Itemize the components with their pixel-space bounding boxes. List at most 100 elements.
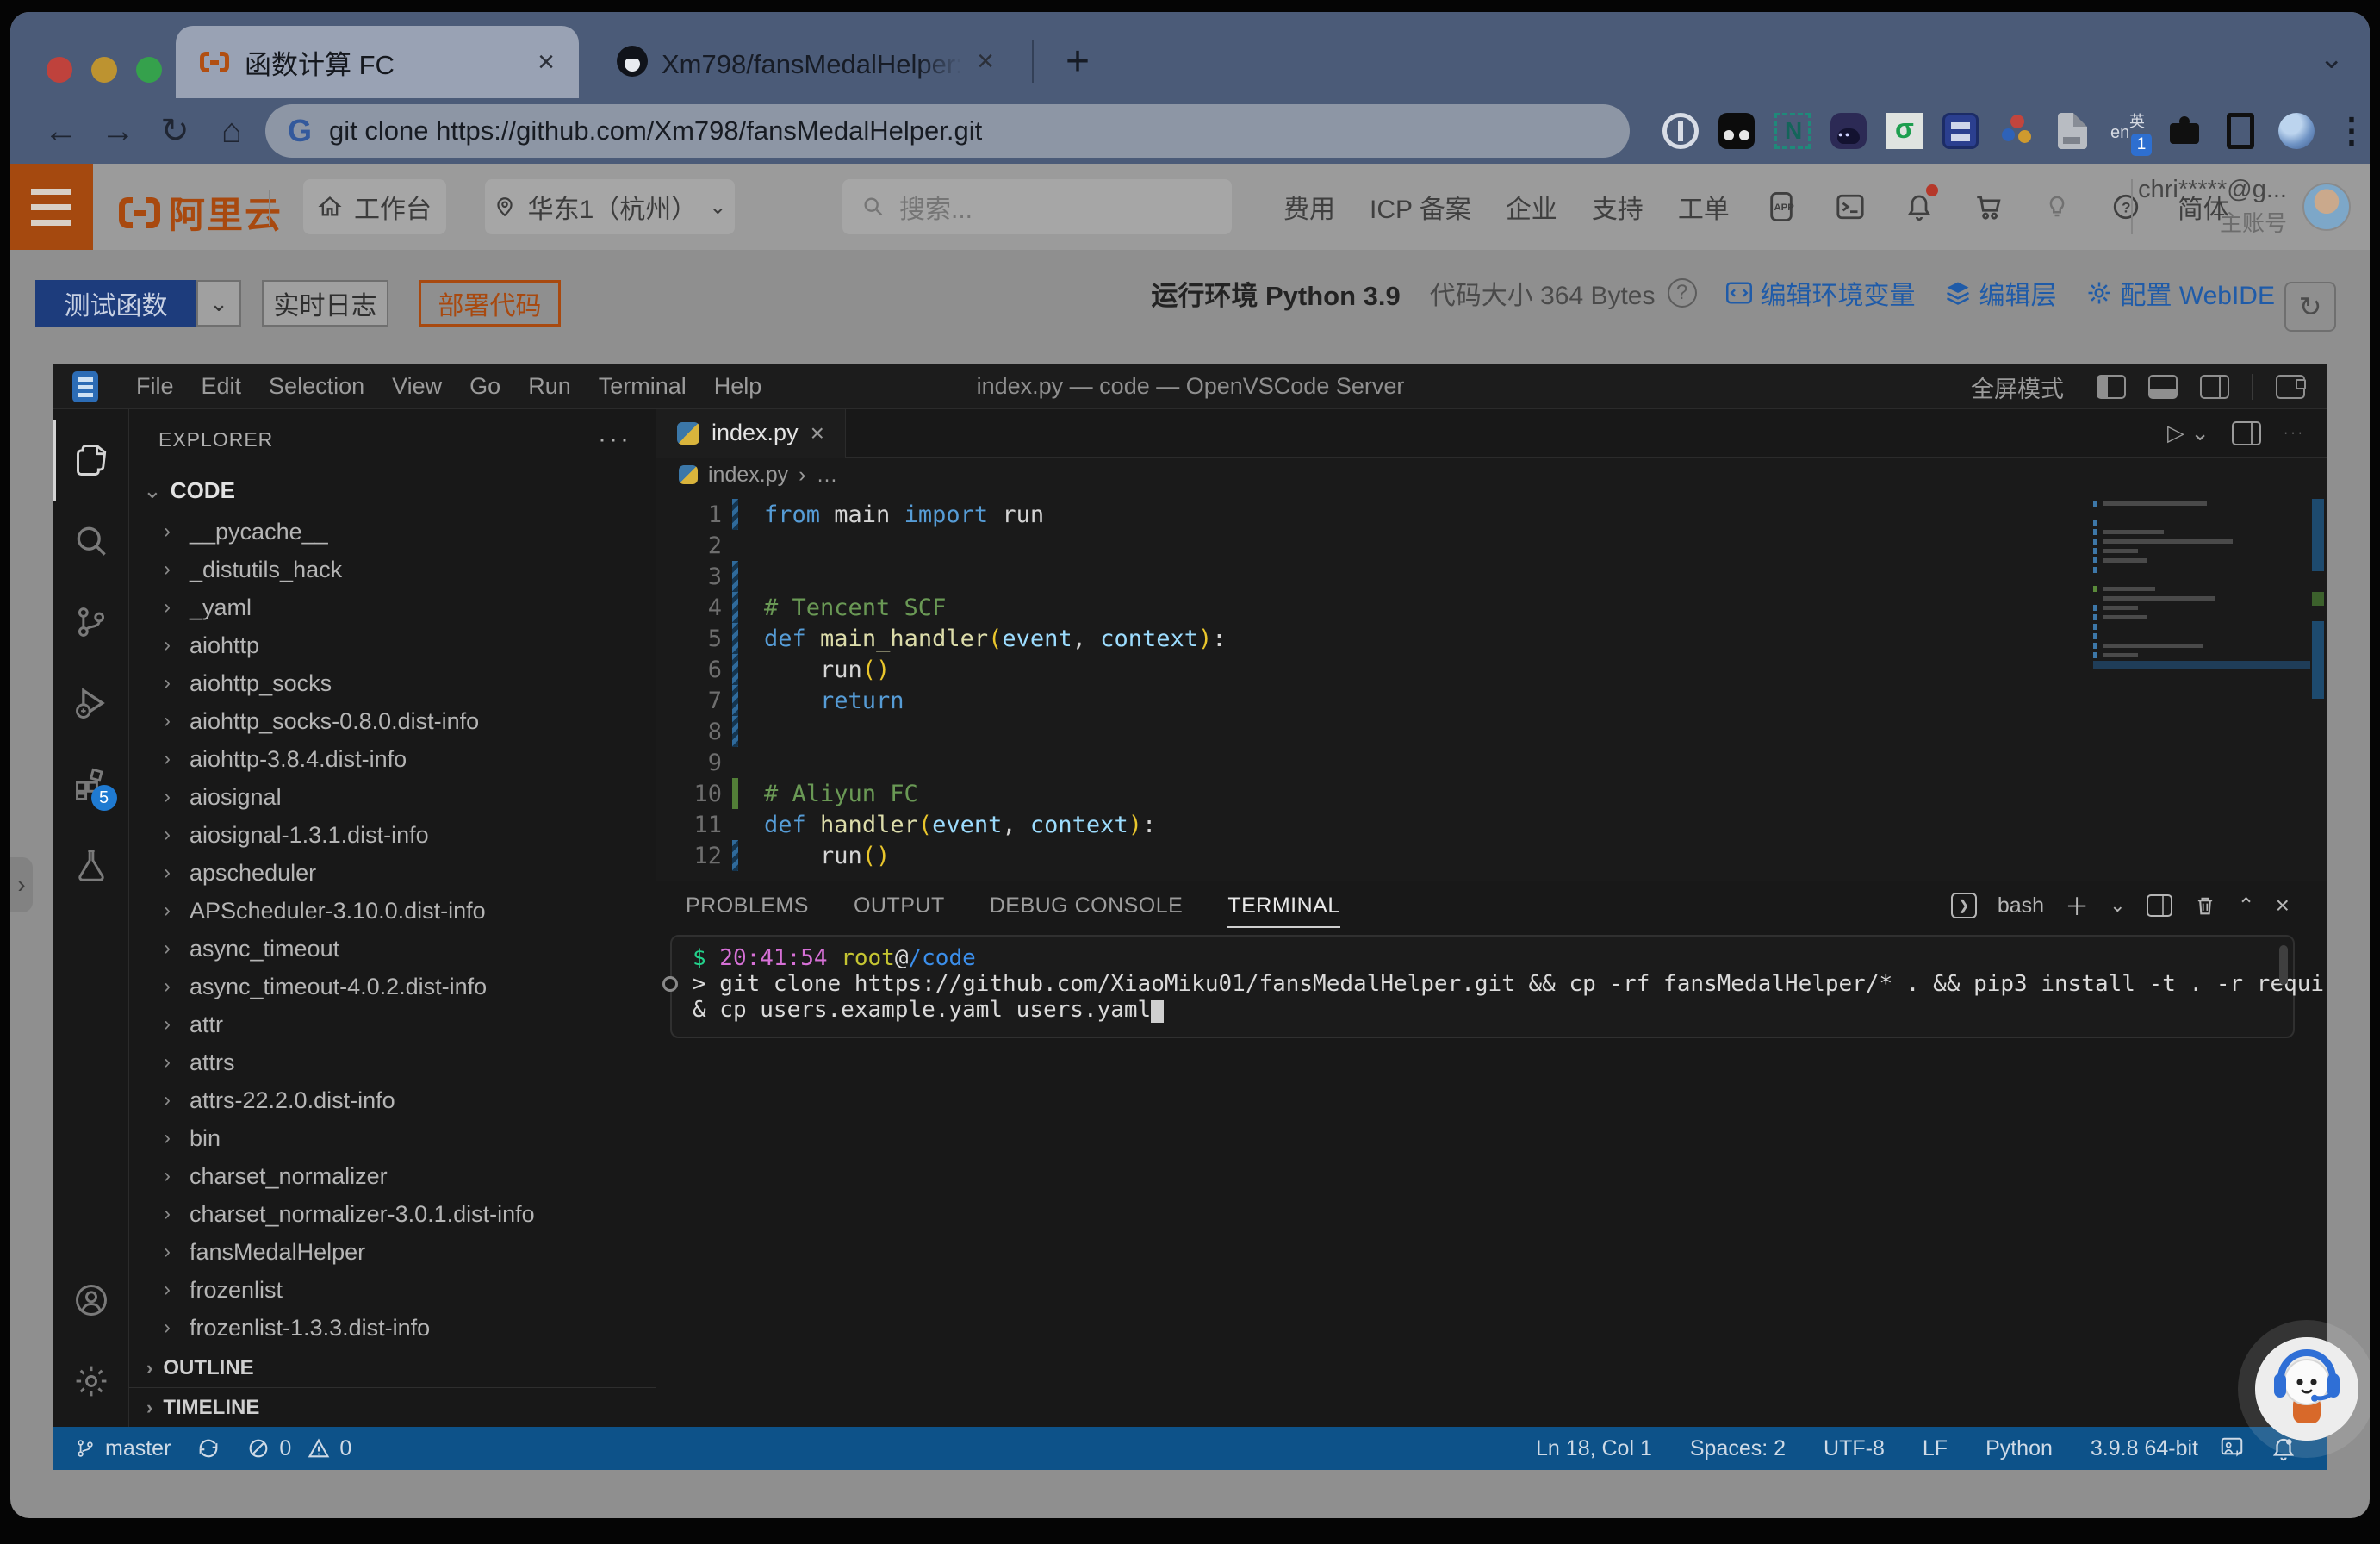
breadcrumb-file[interactable]: index.py	[708, 463, 788, 488]
notebook-icon[interactable]	[1942, 113, 1979, 149]
customize-layout-icon[interactable]	[2276, 375, 2305, 399]
panel-tab-problems[interactable]: PROBLEMS	[686, 881, 809, 930]
account-avatar[interactable]	[2302, 183, 2351, 231]
notifications-bell-icon[interactable]	[1902, 190, 1936, 224]
tree-item[interactable]: ›attrs	[129, 1043, 656, 1081]
close-window-button[interactable]	[47, 57, 72, 83]
minimize-window-button[interactable]	[91, 57, 117, 83]
nav-item[interactable]: 企业	[1506, 188, 1557, 226]
close-tab-icon[interactable]: ×	[977, 47, 994, 76]
feedback-icon[interactable]	[2219, 1435, 2245, 1461]
terminal-dropdown-icon[interactable]: ⌄	[2110, 894, 2125, 917]
explorer-more-actions-icon[interactable]: ···	[598, 425, 631, 454]
status-item[interactable]: Python	[1985, 1436, 2053, 1461]
tree-item[interactable]: ›aiosignal	[129, 778, 656, 816]
status-item[interactable]: 3.9.8 64-bit	[2091, 1436, 2198, 1461]
forward-button[interactable]: →	[93, 98, 143, 164]
run-python-file-icon[interactable]: ▷ ⌄	[2167, 420, 2209, 446]
nav-item[interactable]: 费用	[1283, 188, 1335, 226]
tree-item[interactable]: ›bin	[129, 1119, 656, 1157]
bardeen-icon[interactable]	[1718, 113, 1755, 149]
tree-item[interactable]: ›APScheduler-3.10.0.dist-info	[129, 892, 656, 930]
branch-indicator[interactable]: master	[74, 1436, 171, 1461]
workbench-button[interactable]: 工作台	[303, 179, 446, 234]
reader-frame-icon[interactable]	[2227, 113, 2254, 149]
tree-item[interactable]: ›frozenlist-1.3.3.dist-info	[129, 1309, 656, 1347]
minimap[interactable]	[2093, 501, 2291, 671]
terminal-scrollbar[interactable]	[2279, 945, 2288, 985]
tree-item[interactable]: ›charset_normalizer-3.0.1.dist-info	[129, 1195, 656, 1233]
browser-tab-active[interactable]: 函数计算 FC ×	[176, 26, 579, 98]
header-search-input[interactable]: 搜索...	[842, 179, 1232, 234]
new-tab-button[interactable]: +	[1054, 38, 1101, 84]
edit-layers-link[interactable]: 编辑层	[1945, 274, 2057, 312]
new-terminal-icon[interactable]: ＋	[2065, 888, 2089, 923]
fullscreen-label[interactable]: 全屏模式	[1971, 370, 2064, 404]
problems-indicator[interactable]: 0 0	[246, 1436, 351, 1461]
sigma-icon[interactable]	[1886, 113, 1923, 149]
tree-item[interactable]: ›aiohttp	[129, 626, 656, 664]
puzzle-icon[interactable]	[2166, 113, 2203, 149]
tree-item[interactable]: ›async_timeout-4.0.2.dist-info	[129, 968, 656, 1005]
tree-item[interactable]: ›__pycache__	[129, 513, 656, 551]
breadcrumb-symbol[interactable]: …	[816, 463, 837, 488]
menu-view[interactable]: View	[378, 373, 456, 400]
panel-tab-debug-console[interactable]: DEBUG CONSOLE	[990, 881, 1184, 930]
split-editor-icon[interactable]	[2232, 421, 2261, 445]
tree-item[interactable]: ›charset_normalizer	[129, 1157, 656, 1195]
tree-item[interactable]: ›apscheduler	[129, 854, 656, 892]
tree-item[interactable]: ›attr	[129, 1005, 656, 1043]
overflow-menu-icon[interactable]	[2334, 113, 2346, 149]
workspace-section-header[interactable]: ⌄ CODE	[129, 471, 656, 509]
night-eye-icon[interactable]	[1830, 113, 1867, 149]
toggle-sidebar-icon[interactable]	[2097, 375, 2126, 399]
zoom-window-button[interactable]	[136, 57, 162, 83]
cloudshell-icon[interactable]	[1833, 190, 1867, 224]
status-item[interactable]: Ln 18, Col 1	[1536, 1436, 1652, 1461]
back-button[interactable]: ←	[36, 98, 86, 164]
app-icon[interactable]: APP	[1764, 190, 1799, 224]
close-tab-icon[interactable]: ×	[538, 47, 555, 77]
nav-item[interactable]: 工单	[1678, 188, 1730, 226]
panel-tab-output[interactable]: OUTPUT	[854, 881, 945, 930]
cart-icon[interactable]	[1971, 190, 2005, 224]
outline-section-header[interactable]: › OUTLINE	[129, 1348, 656, 1387]
chatbot-assistant-button[interactable]	[2255, 1337, 2358, 1441]
maximize-panel-icon[interactable]: ⌃	[2238, 893, 2255, 918]
region-selector[interactable]: 华东1（杭州） ⌄	[485, 179, 735, 234]
status-item[interactable]: LF	[1923, 1436, 1948, 1461]
home-button[interactable]: ⌂	[207, 98, 257, 164]
toggle-panel-icon[interactable]	[2148, 375, 2178, 399]
settings-gear-icon[interactable]	[53, 1341, 129, 1422]
split-terminal-icon[interactable]	[2147, 894, 2172, 917]
aliyun-logo[interactable]: 阿里云	[119, 186, 283, 239]
breadcrumb[interactable]: index.py › …	[656, 458, 2327, 492]
lightbulb-icon[interactable]	[2040, 190, 2074, 224]
close-editor-tab-icon[interactable]: ×	[811, 420, 824, 447]
editor-more-actions-icon[interactable]: ···	[2284, 426, 2305, 441]
account-icon[interactable]	[53, 1260, 129, 1341]
run-debug-icon[interactable]	[53, 663, 129, 744]
testing-flask-icon[interactable]	[53, 825, 129, 906]
close-panel-icon[interactable]: ×	[2276, 892, 2290, 919]
tree-item[interactable]: ›frozenlist	[129, 1271, 656, 1309]
profile-icon[interactable]	[2278, 113, 2315, 149]
menu-file[interactable]: File	[122, 373, 188, 400]
nav-item[interactable]: 支持	[1592, 188, 1644, 226]
realtime-logs-button[interactable]: 实时日志	[262, 280, 388, 327]
sync-changes-button[interactable]	[196, 1436, 221, 1460]
menu-run[interactable]: Run	[514, 373, 585, 400]
terminal[interactable]: $ 20:41:54 root@/code> git clone https:/…	[670, 935, 2295, 1038]
toggle-secondary-sidebar-icon[interactable]	[2200, 375, 2229, 399]
translate-icon[interactable]: 1	[2110, 113, 2147, 149]
editor-tab-indexpy[interactable]: index.py ×	[656, 409, 846, 458]
menu-help[interactable]: Help	[700, 373, 776, 400]
notion-clipper-icon[interactable]	[1774, 113, 1811, 149]
kill-terminal-trash-icon[interactable]	[2193, 893, 2217, 918]
source-control-icon[interactable]	[53, 582, 129, 663]
browser-tab-inactive[interactable]: Xm798/fansMedalHelper: 新版B ×	[603, 33, 1008, 90]
explorer-icon[interactable]	[53, 420, 129, 501]
edit-env-vars-link[interactable]: 编辑环境变量	[1726, 274, 1916, 312]
panel-tab-terminal[interactable]: TERMINAL	[1227, 881, 1339, 930]
reload-button[interactable]: ↻	[150, 98, 200, 164]
